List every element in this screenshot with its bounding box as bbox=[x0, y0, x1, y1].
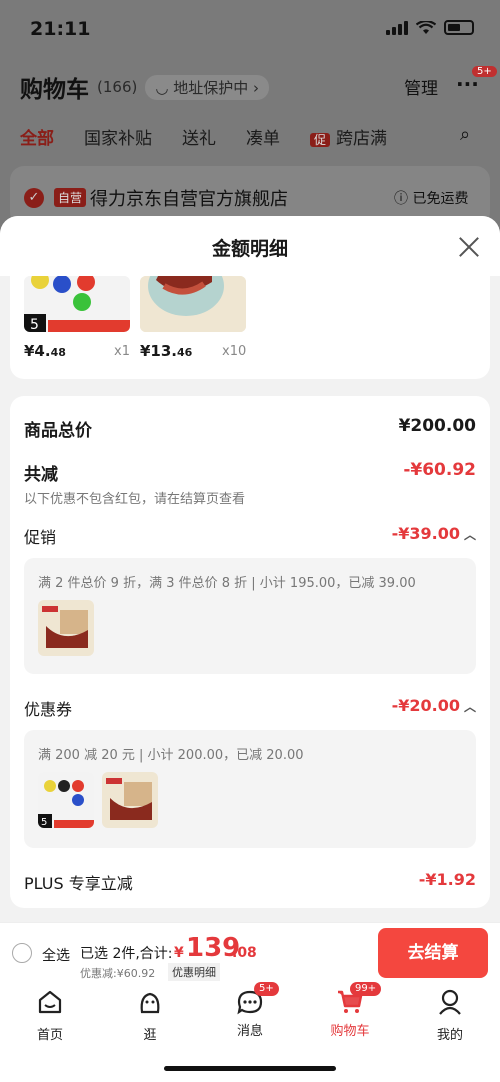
tab-explore-label: 逛 bbox=[143, 1028, 157, 1043]
sheet-header: 金额明细 bbox=[0, 216, 500, 276]
reduce-note: 以下优惠不包含红包，请在结算页查看 bbox=[24, 492, 246, 507]
status-bar: 21:11 bbox=[0, 0, 500, 56]
tab-profile[interactable]: 我的 bbox=[420, 988, 480, 1043]
tab-all[interactable]: 全部 bbox=[20, 124, 54, 149]
total-label: 商品总价 bbox=[24, 421, 92, 441]
address-label: 地址保护中 bbox=[173, 78, 249, 97]
total-value: ¥200.00 bbox=[398, 416, 476, 436]
product-strip: 5 ¥4.48 x1 ¥13.46 x10 bbox=[10, 276, 490, 379]
manage-button[interactable]: 管理 bbox=[404, 74, 438, 99]
product-qty: x1 bbox=[114, 344, 130, 359]
self-operated-tag: 自营 bbox=[54, 188, 87, 207]
plus-value: -¥1.92 bbox=[418, 870, 476, 889]
cart-count: (166) bbox=[97, 78, 138, 96]
tab-gift[interactable]: 送礼 bbox=[182, 124, 216, 149]
coupon-toggle[interactable]: -¥20.00 ︿ bbox=[392, 696, 476, 715]
tab-subsidy[interactable]: 国家补贴 bbox=[84, 124, 152, 149]
home-icon bbox=[38, 990, 62, 1014]
shop-checkbox[interactable]: ✓ bbox=[24, 188, 44, 208]
tab-home[interactable]: 首页 bbox=[20, 988, 80, 1043]
product-image-palette[interactable]: 5 bbox=[24, 276, 130, 332]
signal-icon bbox=[386, 20, 408, 35]
price-breakdown: 商品总价 ¥200.00 共减 -¥60.92 以下优惠不包含红包，请在结算页查… bbox=[10, 396, 490, 908]
selected-count: 已选 2件,合计: bbox=[80, 946, 173, 962]
cart-badge: 99+ bbox=[350, 982, 382, 996]
page-title: 购物车 bbox=[20, 77, 89, 103]
promo-panel: 满 2 件总价 9 折，满 3 件总价 8 折 | 小计 195.00，已减 3… bbox=[24, 558, 476, 674]
shipping-label: 已免运费 bbox=[412, 191, 469, 207]
shipping-status: ⓘ 已免运费 bbox=[394, 191, 469, 207]
explore-icon bbox=[140, 992, 160, 1014]
tab-bundle[interactable]: 凑单 bbox=[246, 124, 280, 149]
tab-messages[interactable]: 5+ 消息 bbox=[220, 982, 280, 1039]
product-price: ¥13.46 bbox=[140, 342, 193, 360]
coupon-label: 优惠券 bbox=[24, 700, 73, 719]
tab-profile-label: 我的 bbox=[436, 1028, 463, 1043]
product-qty: x10 bbox=[222, 344, 247, 359]
tab-messages-label: 消息 bbox=[236, 1024, 263, 1039]
promo-detail: 满 2 件总价 9 折，满 3 件总价 8 折 | 小计 195.00，已减 3… bbox=[38, 576, 416, 591]
discount-detail-link[interactable]: 优惠明细 bbox=[168, 963, 220, 981]
chevron-up-icon: ︿ bbox=[463, 528, 476, 542]
cart-header: 购物车 (166) ◡ 地址保护中 › bbox=[20, 70, 269, 104]
status-icons bbox=[386, 20, 474, 35]
promo-toggle[interactable]: -¥39.00 ︿ bbox=[392, 524, 476, 543]
promo-value: -¥39.00 bbox=[391, 524, 460, 543]
tab-cross-store[interactable]: 促跨店满 bbox=[310, 124, 387, 149]
status-time: 21:11 bbox=[30, 18, 91, 40]
promo-tag: 促 bbox=[310, 133, 331, 147]
plus-label: PLUS 专享立减 bbox=[24, 874, 133, 893]
wifi-icon bbox=[416, 20, 436, 34]
product-price: ¥4.48 bbox=[24, 342, 66, 360]
tab-cross-store-label: 跨店满 bbox=[336, 129, 388, 149]
coupon-product-image-palette: 5 bbox=[38, 772, 94, 828]
svg-text:5: 5 bbox=[41, 817, 47, 828]
tab-cart-label: 购物车 bbox=[330, 1024, 370, 1039]
address-button[interactable]: ◡ 地址保护中 › bbox=[145, 74, 269, 100]
chevron-up-icon: ︿ bbox=[463, 700, 476, 714]
total-decimal: .08 bbox=[232, 945, 257, 961]
shop-name[interactable]: 得力京东自营官方旗舰店 bbox=[90, 185, 288, 211]
select-all-checkbox[interactable] bbox=[12, 943, 32, 963]
profile-icon bbox=[439, 989, 461, 1015]
search-icon[interactable]: ⌕ bbox=[460, 124, 470, 145]
battery-icon bbox=[444, 20, 474, 35]
promo-label: 促销 bbox=[24, 528, 57, 547]
category-tabs: 全部 国家补贴 送礼 凑单 促跨店满 bbox=[20, 124, 387, 149]
svg-text:5: 5 bbox=[30, 317, 39, 332]
promo-product-image bbox=[38, 600, 94, 656]
coupon-value: -¥20.00 bbox=[391, 696, 460, 715]
close-icon[interactable] bbox=[458, 236, 480, 258]
total-currency: ¥ bbox=[174, 945, 184, 961]
sheet-title: 金额明细 bbox=[211, 238, 288, 260]
home-indicator bbox=[164, 1066, 336, 1071]
tab-cart[interactable]: 99+ 购物车 bbox=[320, 982, 382, 1039]
select-all-label[interactable]: 全选 bbox=[42, 945, 70, 965]
background-page: 21:11 购物车 (166) ◡ 地址保护中 › 管理 ··· 5+ 全部 国… bbox=[0, 0, 500, 230]
coupon-panel: 满 200 减 20 元 | 小计 200.00，已减 20.00 5 bbox=[24, 730, 476, 848]
coupon-product-image-meat bbox=[102, 772, 158, 828]
reduce-value: -¥60.92 bbox=[403, 460, 476, 480]
product-image-meat[interactable] bbox=[140, 276, 246, 332]
reduce-label: 共减 bbox=[24, 465, 58, 485]
messages-badge: 5+ bbox=[254, 982, 279, 996]
checkout-bar: 全选 已选 2件,合计: ¥ 139 .08 优惠减:¥60.92 优惠明细 去… bbox=[0, 922, 500, 982]
discount-summary: 优惠减:¥60.92 bbox=[80, 967, 156, 980]
checkout-button[interactable]: 去结算 bbox=[378, 928, 488, 978]
coupon-detail: 满 200 减 20 元 | 小计 200.00，已减 20.00 bbox=[38, 748, 304, 763]
tab-home-label: 首页 bbox=[36, 1028, 63, 1043]
tab-explore[interactable]: 逛 bbox=[120, 988, 180, 1043]
more-badge: 5+ bbox=[472, 66, 497, 77]
